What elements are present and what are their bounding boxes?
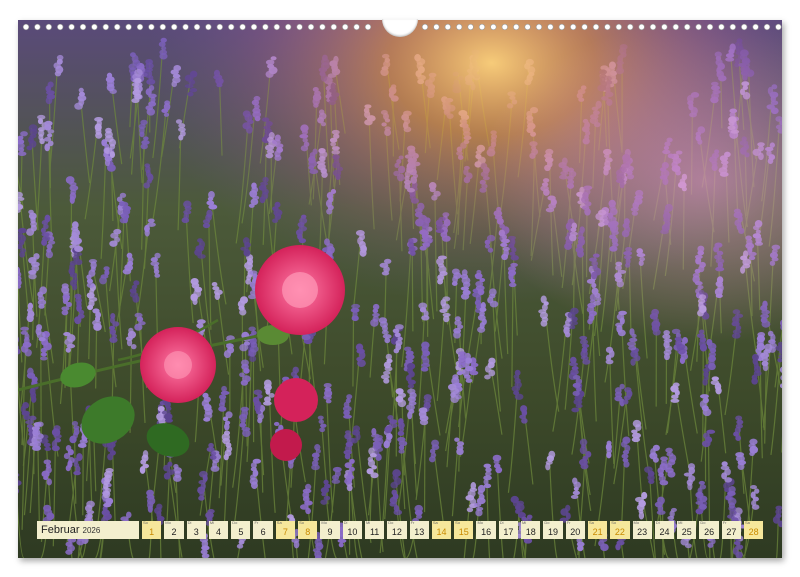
- day-of-week: Do: [544, 520, 550, 525]
- day-of-week: Fr: [722, 520, 727, 525]
- lavender-field-photo: [18, 20, 782, 558]
- day-cell: Di 24: [654, 520, 675, 539]
- year-label: 2026: [82, 525, 101, 535]
- day-number: 19: [547, 526, 558, 537]
- day-of-week: Do: [232, 520, 238, 525]
- day-of-week: Sa: [588, 520, 594, 525]
- day-cell: Fr 27: [721, 520, 742, 539]
- day-cell: So 22: [610, 520, 630, 539]
- month-name: Februar: [41, 524, 80, 536]
- day-of-week: Di: [499, 520, 504, 525]
- day-number: 8: [305, 526, 311, 537]
- day-number: 26: [704, 526, 715, 537]
- day-of-week: So: [455, 520, 461, 525]
- day-number: 21: [592, 526, 603, 537]
- day-number: 3: [193, 526, 199, 537]
- day-number: 1: [149, 526, 155, 537]
- day-cell: Di 3: [186, 520, 206, 539]
- day-cell: So 15: [454, 520, 474, 539]
- day-cell: Di 10: [342, 520, 362, 539]
- day-cell: So 1: [142, 520, 162, 539]
- day-number: 23: [637, 526, 648, 537]
- day-number: 7: [282, 526, 288, 537]
- calendar-page: [18, 20, 782, 558]
- day-of-week: Di: [343, 520, 348, 525]
- day-of-week: So: [299, 520, 304, 525]
- day-number: 18: [525, 526, 536, 537]
- day-number: 25: [681, 526, 692, 537]
- day-of-week: Mi: [678, 520, 683, 525]
- day-cell: Fr 20: [565, 520, 585, 539]
- day-of-week: Mo: [477, 520, 484, 525]
- day-cell: Sa 7: [275, 520, 296, 539]
- day-cell: Mi 11: [364, 520, 385, 539]
- day-cell: Do 19: [543, 520, 563, 539]
- day-number: 17: [503, 526, 514, 537]
- day-number: 28: [748, 526, 759, 537]
- day-of-week: Mi: [209, 520, 215, 525]
- day-number: 12: [391, 526, 402, 537]
- day-number: 6: [260, 526, 266, 537]
- day-cell: Sa 28: [744, 520, 764, 539]
- day-cell: Mo 2: [164, 520, 184, 539]
- day-number: 14: [436, 526, 447, 537]
- day-number: 15: [458, 526, 469, 537]
- day-number: 20: [570, 526, 581, 537]
- day-cell: So 8: [298, 520, 318, 539]
- day-cell: Fr 6: [253, 520, 273, 539]
- calendar-month-strip: Februar 2026 So 1 Mo 2 Di 3 Mi 4 Do 5 Fr 6 Sa 7 So 8 Mo 9…: [37, 520, 764, 539]
- day-cell: Mo 16: [476, 520, 496, 539]
- day-of-week: Do: [388, 520, 394, 525]
- day-of-week: Sa: [745, 520, 750, 525]
- day-cell: Mi 4: [208, 520, 229, 539]
- day-of-week: Di: [187, 520, 192, 525]
- day-number: 5: [238, 526, 244, 537]
- day-of-week: Mi: [365, 520, 371, 525]
- day-number: 22: [614, 526, 625, 537]
- day-of-week: So: [611, 520, 617, 525]
- day-of-week: Sa: [432, 520, 438, 525]
- day-of-week: Fr: [254, 520, 259, 525]
- day-cell: Mi 18: [521, 520, 541, 539]
- day-cell: Di 17: [498, 520, 519, 539]
- day-number: 13: [414, 526, 425, 537]
- day-number: 11: [369, 526, 380, 537]
- day-cell: Sa 21: [587, 520, 608, 539]
- day-of-week: Mo: [165, 520, 171, 525]
- day-cell: Mo 23: [632, 520, 652, 539]
- day-number: 9: [327, 526, 333, 537]
- day-number: 4: [216, 526, 222, 537]
- day-cell: Mo 9: [320, 520, 340, 539]
- day-number: 24: [659, 526, 670, 537]
- day-cell: Sa 14: [431, 520, 452, 539]
- day-number: 16: [481, 526, 492, 537]
- day-cell: Fr 13: [409, 520, 429, 539]
- day-number: 27: [726, 526, 737, 537]
- day-number: 2: [171, 526, 177, 537]
- day-number: 10: [347, 526, 358, 537]
- day-cell: Do 5: [231, 520, 251, 539]
- day-of-week: Mo: [321, 520, 327, 525]
- day-cell: Mi 25: [677, 520, 697, 539]
- day-of-week: Fr: [410, 520, 415, 525]
- day-cell: Do 12: [387, 520, 407, 539]
- day-of-week: Di: [655, 520, 660, 525]
- day-of-week: Mo: [633, 520, 640, 525]
- month-label: Februar 2026: [37, 521, 139, 539]
- day-cell: Do 26: [699, 520, 719, 539]
- day-of-week: Sa: [276, 520, 282, 525]
- day-of-week: Mi: [522, 520, 527, 525]
- day-of-week: Fr: [566, 520, 571, 525]
- day-of-week: So: [143, 520, 148, 525]
- day-of-week: Do: [700, 520, 706, 525]
